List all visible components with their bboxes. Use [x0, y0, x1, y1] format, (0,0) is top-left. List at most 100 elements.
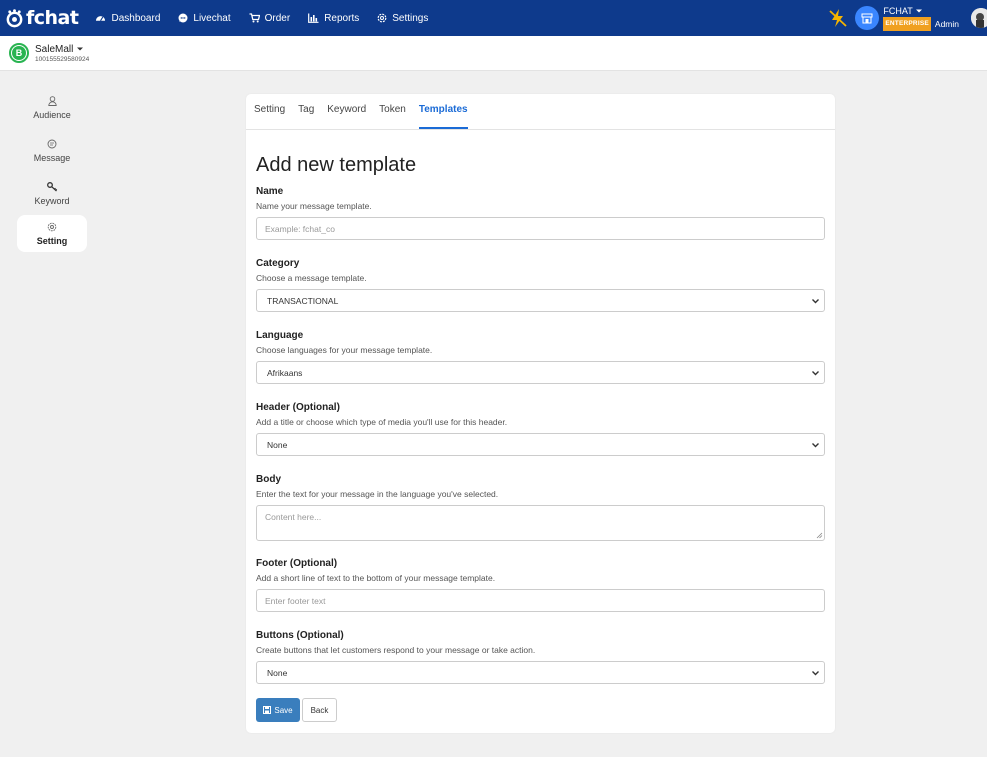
sidebar-item-label: Audience — [33, 109, 71, 120]
fchat-logo-icon — [6, 8, 23, 27]
header-select[interactable]: None — [256, 433, 825, 456]
back-button[interactable]: Back — [302, 698, 337, 722]
form-title: Add new template — [256, 154, 417, 176]
header-field-group: Header (Optional) Add a title or choose … — [256, 402, 825, 456]
nav-item-label: Order — [264, 12, 291, 24]
language-value: Afrikaans — [267, 367, 303, 378]
category-value: TRANSACTIONAL — [267, 295, 339, 306]
body-label: Body — [256, 474, 281, 485]
nav-item-reports[interactable]: Reports — [308, 13, 359, 24]
caret-down-icon — [915, 9, 922, 13]
nav-item-livechat[interactable]: Livechat — [178, 12, 231, 24]
nav-item-dashboard[interactable]: Dashboard — [95, 13, 160, 24]
top-navbar: fchat Dashboard Livechat Order Reports S… — [0, 0, 987, 36]
settings-tabs: Setting Tag Keyword Token Templates — [246, 94, 835, 130]
gear-icon — [47, 222, 57, 231]
page-name: SaleMall — [35, 43, 74, 55]
page-avatar-letter: B — [12, 46, 26, 60]
buttons-label: Buttons (Optional) — [256, 630, 344, 641]
tab-token[interactable]: Token — [379, 104, 406, 129]
sidebar: Audience Message Keyword Setting — [17, 86, 87, 252]
footer-input[interactable]: Enter footer text — [256, 589, 825, 612]
cart-icon — [249, 13, 260, 23]
nav-item-settings[interactable]: Settings — [377, 13, 428, 24]
user-icon — [47, 95, 57, 106]
chevron-down-icon — [812, 671, 819, 676]
account-role: Admin — [934, 19, 959, 29]
category-field-group: Category Choose a message template. TRAN… — [256, 258, 825, 312]
caret-down-icon — [77, 47, 84, 51]
message-icon — [47, 139, 57, 148]
form-actions: Save Back — [256, 698, 337, 722]
nav-item-label: Settings — [392, 12, 429, 24]
brand-logo[interactable]: fchat — [5, 0, 79, 36]
sidebar-item-keyword[interactable]: Keyword — [17, 172, 87, 215]
back-label: Back — [310, 705, 329, 715]
dashboard-icon — [96, 16, 106, 22]
name-label: Name — [256, 186, 284, 197]
floppy-disk-icon — [263, 706, 272, 714]
name-input[interactable]: Example: fchat_co — [256, 217, 825, 240]
nav-item-label: Reports — [324, 12, 360, 24]
sidebar-item-audience[interactable]: Audience — [17, 86, 87, 129]
footer-placeholder: Enter footer text — [265, 595, 326, 606]
user-avatar-image — [971, 8, 987, 28]
buttons-select[interactable]: None — [256, 661, 825, 684]
category-select[interactable]: TRANSACTIONAL — [256, 289, 825, 312]
name-placeholder: Example: fchat_co — [265, 223, 335, 234]
resize-grip-icon[interactable] — [816, 532, 823, 539]
nav-item-order[interactable]: Order — [249, 12, 291, 24]
sidebar-item-setting[interactable]: Setting — [17, 215, 87, 252]
body-textarea[interactable]: Content here... — [256, 505, 825, 541]
chevron-down-icon — [812, 443, 819, 448]
bar-chart-icon — [308, 13, 319, 23]
sidebar-item-label: Keyword — [34, 195, 70, 206]
tab-setting[interactable]: Setting — [254, 104, 285, 129]
key-icon — [46, 181, 57, 191]
footer-field-group: Footer (Optional) Add a short line of te… — [256, 558, 825, 612]
nav-item-label: Dashboard — [111, 12, 161, 24]
account-name: FCHAT — [883, 6, 913, 16]
language-select[interactable]: Afrikaans — [256, 361, 825, 384]
save-label: Save — [274, 705, 293, 715]
header-help: Add a title or choose which type of medi… — [256, 417, 508, 427]
tab-tag[interactable]: Tag — [298, 104, 314, 129]
category-label: Category — [256, 258, 300, 269]
store-glyph-icon — [861, 13, 873, 24]
footer-label: Footer (Optional) — [256, 558, 338, 569]
language-help: Choose languages for your message templa… — [256, 345, 433, 355]
nav-item-label: Livechat — [193, 12, 231, 24]
sidebar-item-label: Message — [33, 152, 71, 163]
page-header: B SaleMall 100155529580924 — [0, 36, 987, 71]
buttons-value: None — [267, 667, 288, 678]
lightning-off-icon[interactable] — [827, 7, 849, 29]
chat-icon — [178, 13, 188, 23]
language-label: Language — [256, 330, 304, 341]
brand-name: fchat — [26, 7, 79, 29]
body-field-group: Body Enter the text for your message in … — [256, 474, 825, 541]
template-form: Add new template — [246, 154, 835, 177]
chevron-down-icon — [812, 371, 819, 376]
settings-card: Setting Tag Keyword Token Templates Add … — [246, 94, 835, 733]
tab-templates[interactable]: Templates — [418, 104, 468, 129]
buttons-field-group: Buttons (Optional) Create buttons that l… — [256, 630, 825, 684]
page-selector[interactable]: SaleMall 100155529580924 — [35, 44, 89, 63]
save-button[interactable]: Save — [256, 698, 300, 722]
name-field-group: Name Name your message template. Example… — [256, 186, 825, 240]
user-avatar[interactable] — [971, 8, 987, 28]
sidebar-item-label: Setting — [36, 235, 68, 246]
chevron-down-icon — [812, 299, 819, 304]
tab-keyword[interactable]: Keyword — [327, 104, 366, 129]
store-icon[interactable] — [855, 6, 880, 30]
name-help: Name your message template. — [256, 201, 372, 211]
body-help: Enter the text for your message in the l… — [256, 489, 499, 499]
body-placeholder: Content here... — [265, 512, 322, 522]
header-value: None — [267, 439, 288, 450]
sidebar-item-message[interactable]: Message — [17, 129, 87, 172]
page-id: 100155529580924 — [35, 55, 90, 63]
account-menu[interactable]: FCHAT ENTERPRISE Admin — [883, 5, 959, 31]
page-avatar: B — [9, 43, 29, 63]
buttons-help: Create buttons that let customers respon… — [256, 645, 536, 655]
plan-badge: ENTERPRISE — [883, 17, 931, 31]
language-field-group: Language Choose languages for your messa… — [256, 330, 825, 384]
